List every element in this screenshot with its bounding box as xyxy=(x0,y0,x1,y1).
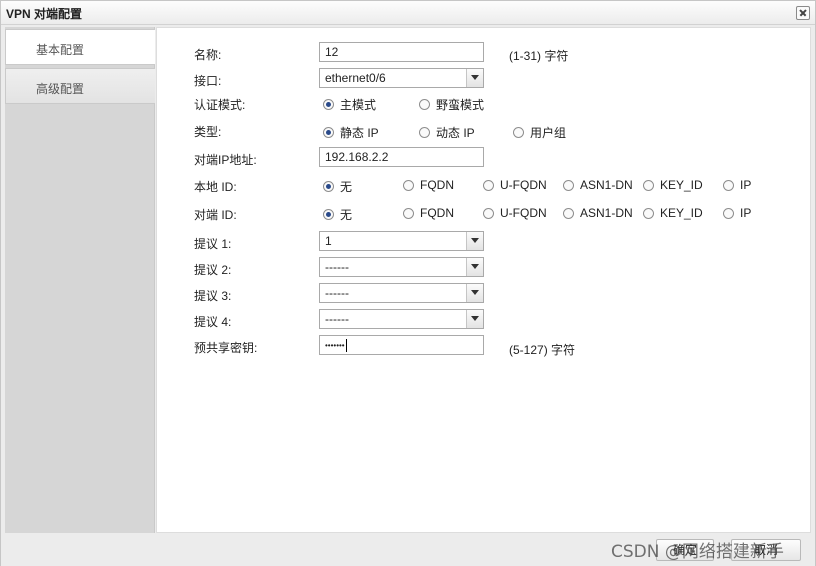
sidebar: 基本配置 高级配置 xyxy=(5,27,155,533)
type-dynamic-ip-radio[interactable]: 动态 IP xyxy=(419,124,475,141)
name-input[interactable]: 12 xyxy=(319,42,484,62)
peer-id-keyid-radio[interactable]: KEY_ID xyxy=(643,206,703,220)
chevron-down-icon[interactable] xyxy=(466,232,483,250)
psk-masked-value: ••••••• xyxy=(325,341,345,350)
type-user-group-radio[interactable]: 用户组 xyxy=(513,124,566,141)
radio-icon xyxy=(403,207,414,219)
peer-ip-input[interactable]: 192.168.2.2 xyxy=(319,147,484,167)
peer-ip-label: 对端IP地址: xyxy=(194,153,257,167)
peer-id-asn1dn-radio[interactable]: ASN1-DN xyxy=(563,206,633,220)
proposal-3-select[interactable]: ------ xyxy=(319,283,484,303)
proposal-4-select[interactable]: ------ xyxy=(319,309,484,329)
type-label: 类型: xyxy=(194,125,222,139)
proposal-4-label: 提议 4: xyxy=(194,315,232,329)
basic-config-panel: 名称: 12 (1-31) 字符 接口: ethernet0/6 认证模式: 主… xyxy=(156,27,811,533)
close-icon[interactable] xyxy=(796,6,810,20)
chevron-down-icon[interactable] xyxy=(466,284,483,302)
type-static-ip-radio[interactable]: 静态 IP xyxy=(323,124,379,141)
tab-basic-config-label: 基本配置 xyxy=(36,43,85,57)
auth-mode-label: 认证模式: xyxy=(194,98,246,112)
peer-id-fqdn-radio[interactable]: FQDN xyxy=(403,206,454,220)
radio-icon xyxy=(723,179,734,191)
local-id-ip-radio[interactable]: IP xyxy=(723,178,751,192)
radio-checked-icon xyxy=(323,127,334,138)
proposal-1-value: 1 xyxy=(325,234,332,248)
proposal-2-value: ------ xyxy=(325,260,349,274)
proposal-2-label: 提议 2: xyxy=(194,263,232,277)
radio-icon xyxy=(563,179,574,191)
watermark: CSDN @网络搭建新手 xyxy=(611,542,784,562)
proposal-4-value: ------ xyxy=(325,312,349,326)
radio-icon xyxy=(419,127,430,138)
peer-id-ufqdn-radio[interactable]: U-FQDN xyxy=(483,206,547,220)
local-id-label: 本地 ID: xyxy=(194,180,237,194)
chevron-down-icon[interactable] xyxy=(466,310,483,328)
tab-advanced-config[interactable]: 高级配置 xyxy=(5,68,155,104)
radio-icon xyxy=(483,179,494,191)
radio-icon xyxy=(643,179,654,191)
radio-icon xyxy=(403,179,414,191)
proposal-1-label: 提议 1: xyxy=(194,237,232,251)
interface-select[interactable]: ethernet0/6 xyxy=(319,68,484,88)
title-bar: VPN 对端配置 xyxy=(1,1,815,25)
tab-basic-config[interactable]: 基本配置 xyxy=(5,29,155,65)
peer-id-label: 对端 ID: xyxy=(194,208,237,222)
local-id-fqdn-radio[interactable]: FQDN xyxy=(403,178,454,192)
radio-icon xyxy=(513,127,524,138)
proposal-1-select[interactable]: 1 xyxy=(319,231,484,251)
text-caret xyxy=(345,339,347,353)
interface-value: ethernet0/6 xyxy=(325,71,386,85)
dialog-title: VPN 对端配置 xyxy=(6,7,83,21)
vpn-peer-config-dialog: VPN 对端配置 基本配置 高级配置 名称: 12 (1-31) 字符 接口: … xyxy=(0,0,816,566)
peer-id-ip-radio[interactable]: IP xyxy=(723,206,751,220)
radio-icon xyxy=(723,207,734,219)
radio-icon xyxy=(563,207,574,219)
radio-checked-icon xyxy=(323,99,334,110)
tab-advanced-config-label: 高级配置 xyxy=(36,82,85,96)
radio-icon xyxy=(643,207,654,219)
auth-mode-main-radio[interactable]: 主模式 xyxy=(323,96,376,113)
interface-label: 接口: xyxy=(194,74,222,88)
local-id-ufqdn-radio[interactable]: U-FQDN xyxy=(483,178,547,192)
proposal-3-value: ------ xyxy=(325,286,349,300)
auth-mode-aggressive-radio[interactable]: 野蛮模式 xyxy=(419,96,484,113)
name-label: 名称: xyxy=(194,48,222,62)
chevron-down-icon[interactable] xyxy=(466,258,483,276)
radio-icon xyxy=(483,207,494,219)
psk-hint: (5-127) 字符 xyxy=(509,343,576,357)
local-id-keyid-radio[interactable]: KEY_ID xyxy=(643,178,703,192)
psk-label: 预共享密钥: xyxy=(194,341,258,355)
chevron-down-icon[interactable] xyxy=(466,69,483,87)
radio-checked-icon xyxy=(323,209,334,220)
proposal-2-select[interactable]: ------ xyxy=(319,257,484,277)
radio-icon xyxy=(419,99,430,110)
proposal-3-label: 提议 3: xyxy=(194,289,232,303)
name-hint: (1-31) 字符 xyxy=(509,49,569,63)
local-id-asn1dn-radio[interactable]: ASN1-DN xyxy=(563,178,633,192)
radio-checked-icon xyxy=(323,181,334,192)
psk-input[interactable]: ••••••• xyxy=(319,335,484,355)
local-id-none-radio[interactable]: 无 xyxy=(323,178,352,195)
peer-id-none-radio[interactable]: 无 xyxy=(323,206,352,223)
